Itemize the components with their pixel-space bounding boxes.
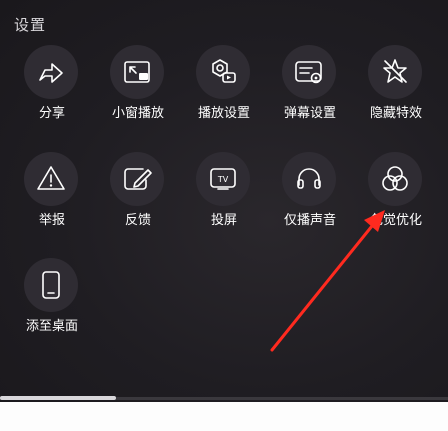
color-vision-label: 色觉优化 [369, 213, 422, 228]
playback-settings-icon [196, 45, 250, 99]
share-label: 分享 [38, 106, 65, 121]
phone-add-desktop-icon [24, 258, 78, 312]
danmaku-settings-button[interactable]: 弹幕设置 [270, 45, 350, 135]
pip-button[interactable]: 小窗播放 [98, 45, 178, 135]
hide-effects-button[interactable]: 隐藏特效 [356, 45, 436, 135]
picture-in-picture-icon [110, 45, 164, 99]
report-warning-icon [24, 152, 78, 206]
bottom-bar [0, 402, 448, 431]
progress-fill [0, 396, 116, 400]
danmaku-settings-label: 弹幕设置 [283, 106, 336, 121]
feedback-label: 反馈 [124, 213, 151, 228]
feedback-edit-icon [110, 152, 164, 206]
panel-title: 设置 [14, 16, 47, 34]
cast-label: 投屏 [210, 213, 237, 228]
share-icon [24, 45, 78, 99]
headphones-icon [282, 152, 336, 206]
audio-only-label: 仅播声音 [283, 213, 336, 228]
feedback-button[interactable]: 反馈 [98, 152, 178, 242]
add-to-desktop-button[interactable]: 添至桌面 [12, 258, 92, 348]
pip-label: 小窗播放 [111, 106, 164, 121]
settings-panel: 设置 分享 小窗播放 播放设置 弹幕设置 隐藏特效 举报 反馈 TV 投屏 仅播… [0, 0, 448, 402]
color-vision-button[interactable]: 色觉优化 [356, 152, 436, 242]
share-button[interactable]: 分享 [12, 45, 92, 135]
cast-button[interactable]: TV 投屏 [184, 152, 264, 242]
add-to-desktop-label: 添至桌面 [25, 319, 78, 334]
hide-effects-label: 隐藏特效 [369, 106, 422, 121]
playback-settings-label: 播放设置 [197, 106, 250, 121]
hide-effects-icon [368, 45, 422, 99]
tv-cast-icon: TV [196, 152, 250, 206]
report-button[interactable]: 举报 [12, 152, 92, 242]
audio-only-button[interactable]: 仅播声音 [270, 152, 350, 242]
playback-settings-button[interactable]: 播放设置 [184, 45, 264, 135]
report-label: 举报 [38, 213, 65, 228]
color-circles-icon [368, 152, 422, 206]
danmaku-settings-icon [282, 45, 336, 99]
svg-text:TV: TV [217, 175, 229, 184]
